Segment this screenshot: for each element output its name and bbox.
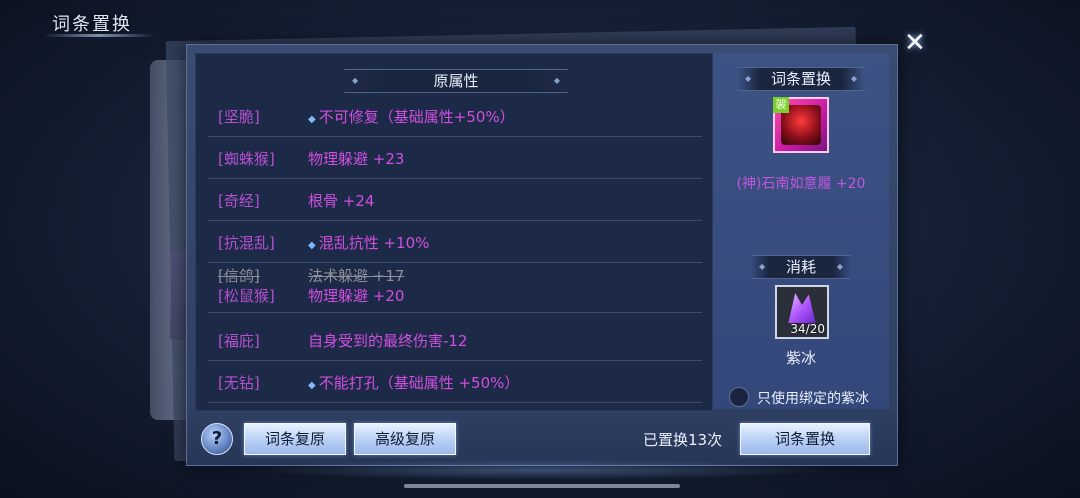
attr-row: [奇经] 根骨 +24	[208, 180, 702, 221]
cost-header: 消耗	[751, 255, 851, 279]
attr-tag-old: [信鸽]	[218, 267, 260, 285]
attr-value: ◆ 混乱抗性 +10%	[308, 234, 430, 252]
attr-tag: [奇经]	[218, 192, 260, 210]
bottom-toolbar: ? 词条复原 高级复原 已置换13次 词条置换	[187, 411, 897, 465]
item-badge: 袈	[773, 97, 789, 113]
swap-button[interactable]: 词条置换	[740, 423, 870, 455]
page-title: 词条置换	[52, 14, 132, 35]
attr-tag: [无钻]	[218, 374, 260, 392]
attr-tag: [坚脆]	[218, 108, 260, 126]
swap-side-panel: 词条置换 袈 (神)石南如意履 +20 消耗 34/20 紫冰 只使用绑定的紫冰	[713, 53, 889, 409]
cost-item-name: 紫冰	[785, 349, 816, 367]
attr-row: [无钻] ◆ 不能打孔（基础属性 +50%）	[208, 362, 702, 403]
home-indicator	[404, 484, 680, 488]
original-attributes-panel: 原属性 [坚脆] ◆不可修复（基础属性+50%） [蜘蛛猴] 物理躲避 +23 …	[195, 53, 713, 411]
only-bound-label: 只使用绑定的紫冰	[757, 391, 869, 407]
attr-value-new: 物理躲避 +20	[308, 287, 405, 305]
attr-row: [蜘蛛猴] 物理躲避 +23	[208, 138, 702, 179]
attr-tag: [蜘蛛猴]	[218, 150, 275, 168]
equipment-item-slot[interactable]: 袈	[773, 97, 829, 153]
purple-crystal-icon	[788, 293, 816, 323]
swap-count-text: 已置换13次	[643, 431, 723, 449]
equipment-item-name: (神)石南如意履 +20	[736, 176, 866, 192]
close-icon[interactable]: ✕	[904, 30, 930, 56]
restore-button[interactable]: 词条复原	[244, 423, 346, 455]
swap-dialog: 原属性 [坚脆] ◆不可修复（基础属性+50%） [蜘蛛猴] 物理躲避 +23 …	[186, 44, 898, 466]
special-dot-icon: ◆	[308, 380, 316, 391]
radio-checkbox[interactable]	[729, 387, 749, 407]
attr-row: [抗混乱] ◆ 混乱抗性 +10%	[208, 222, 702, 263]
attr-value: ◆ 不可修复（基础属性+50%）	[308, 108, 515, 126]
swap-header: 词条置换	[737, 67, 865, 91]
attr-row-swapped: [信鸽] 法术躲避 +17 [松鼠猴] 物理躲避 +20	[208, 264, 702, 313]
help-button[interactable]: ?	[201, 423, 233, 455]
attr-row: [坚脆] ◆ 不可修复（基础属性+50%）	[208, 96, 702, 137]
attr-value: 物理躲避 +23	[308, 150, 405, 168]
attr-value: ◆ 不能打孔（基础属性 +50%）	[308, 374, 520, 392]
original-attributes-header: 原属性	[344, 69, 568, 93]
attr-row: [福庇] 自身受到的最终伤害-12	[208, 320, 702, 361]
attr-tag-new: [松鼠猴]	[218, 287, 275, 305]
cost-count: 34/20	[790, 322, 825, 336]
advanced-restore-button[interactable]: 高级复原	[354, 423, 456, 455]
attr-value: 根骨 +24	[308, 192, 375, 210]
special-dot-icon: ◆	[308, 240, 316, 251]
attr-tag: [福庇]	[218, 332, 260, 350]
special-dot-icon: ◆	[308, 114, 316, 125]
title-underline	[44, 34, 154, 37]
floor-glow	[240, 460, 840, 480]
attr-value: 自身受到的最终伤害-12	[308, 332, 468, 350]
cost-item-slot[interactable]: 34/20	[775, 285, 829, 339]
attr-value-old: 法术躲避 +17	[308, 267, 405, 285]
attr-tag: [抗混乱]	[218, 234, 275, 252]
